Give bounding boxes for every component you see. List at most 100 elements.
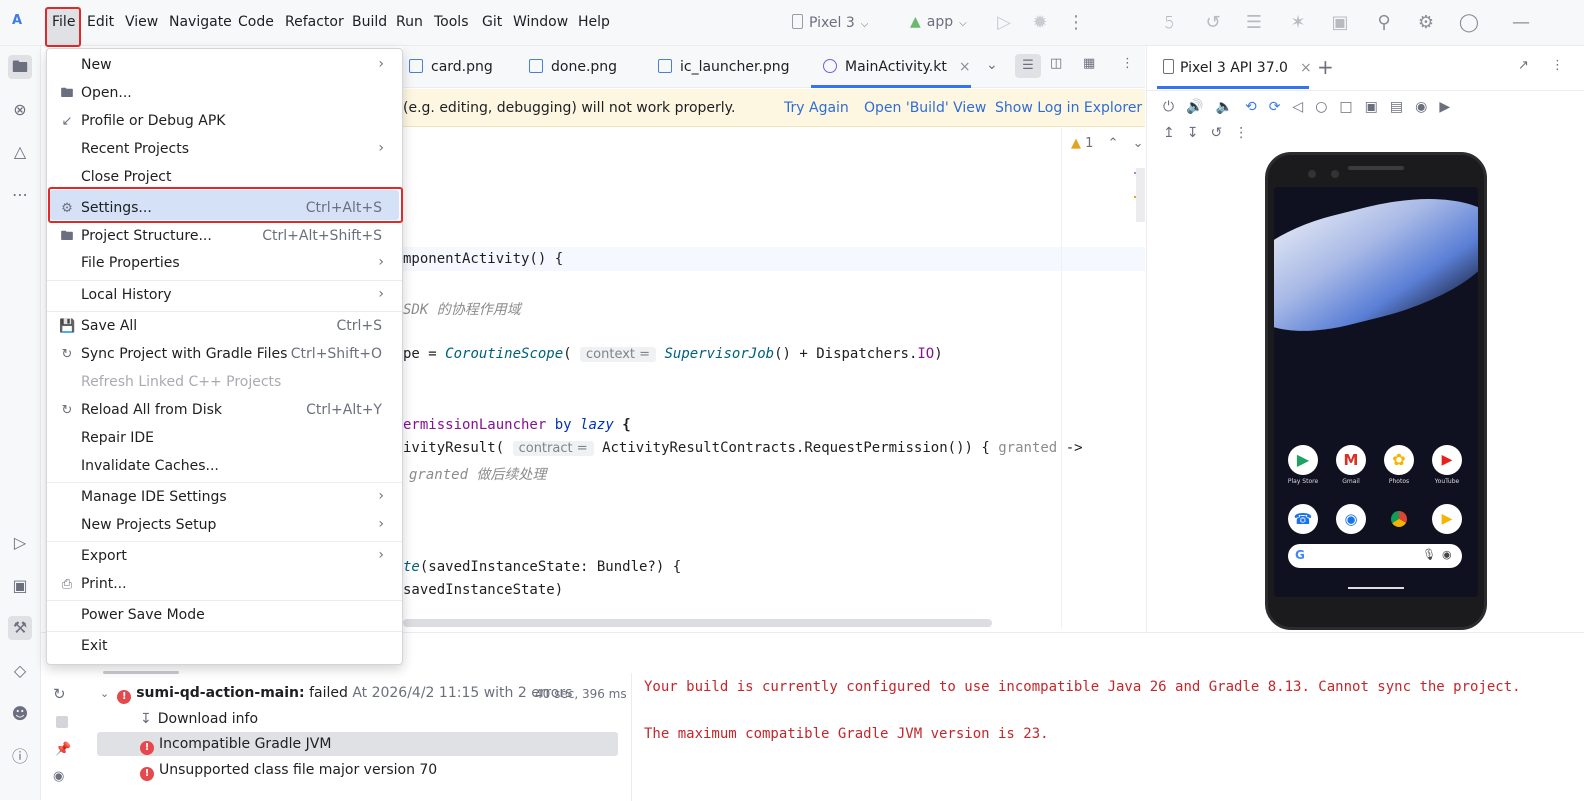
build-tree-root[interactable]: ⌄! sumi-qd-action-main: failed At 2026/4/… (100, 685, 572, 704)
problems-icon[interactable]: ⓘ (8, 745, 32, 769)
rotate-left-icon[interactable]: ⟲ (1245, 99, 1269, 115)
menu-item-recent-projects[interactable]: Recent Projects › (47, 136, 402, 164)
menu-item-export[interactable]: Export › (47, 543, 402, 571)
menu-item-open[interactable]: 🖿 Open... (47, 80, 402, 108)
tab-card-png[interactable]: card.png (409, 59, 493, 75)
gemini-icon[interactable]: ◇ (8, 659, 32, 683)
menu-item-settings[interactable]: ⚙ Settings... Ctrl+Alt+S (47, 195, 402, 223)
run-config-selector[interactable]: ▲ app ⌵ (910, 14, 967, 30)
more-icon[interactable]: ⋮ (1234, 125, 1260, 141)
eye-icon[interactable]: ◉ (53, 769, 64, 784)
design-view-icon[interactable]: ▦ (1083, 56, 1095, 71)
volume-up-icon[interactable]: 🔊 (1186, 99, 1215, 115)
open-build-view-link[interactable]: Open 'Build' View (864, 100, 986, 116)
mic-icon[interactable]: 🎙 (1422, 548, 1436, 561)
debug-icon[interactable]: ✹ (1029, 12, 1051, 34)
device-selector[interactable]: Pixel 3 ⌵ (792, 14, 868, 31)
menu-refactor[interactable]: Refactor (285, 14, 344, 30)
search-icon[interactable]: ⚲ (1373, 12, 1395, 34)
menu-build[interactable]: Build (352, 14, 387, 30)
google-search-bar[interactable]: G 🎙 ◉ (1288, 544, 1462, 568)
try-again-link[interactable]: Try Again (784, 100, 849, 116)
build-tree-item[interactable]: ! Unsupported class file major version 70 (140, 762, 437, 781)
commit-icon[interactable]: ⊗ (8, 98, 32, 122)
open-external-icon[interactable]: ↗ (1518, 58, 1529, 73)
minimize-icon[interactable]: — (1510, 12, 1532, 34)
menu-item-invalidate-caches[interactable]: Invalidate Caches... (47, 453, 402, 481)
close-tab-icon[interactable]: × (959, 59, 971, 75)
profiler-icon[interactable]: ✶ (1287, 12, 1309, 34)
editor-more-icon[interactable]: ⋮ (1121, 56, 1134, 71)
menu-item-exit[interactable]: Exit (47, 633, 402, 661)
app-icon-chrome[interactable] (1384, 504, 1414, 534)
device-explorer-icon[interactable]: ▣ (8, 574, 32, 598)
menu-item-local-history[interactable]: Local History › (47, 282, 402, 310)
logcat-icon[interactable]: ☻ (8, 702, 32, 726)
menu-view[interactable]: View (125, 14, 158, 30)
menu-item-power-save-mode[interactable]: Power Save Mode (47, 602, 402, 630)
upload-icon[interactable]: ↥ (1163, 125, 1187, 141)
menu-item-close-project[interactable]: Close Project (47, 164, 402, 192)
format-icon[interactable]: 𝟻 (1158, 12, 1180, 34)
collapse-chevron-icon[interactable]: ⌄ (100, 687, 109, 700)
rerun-icon[interactable]: ↻ (53, 685, 66, 703)
menu-item-new[interactable]: New › (47, 52, 402, 80)
panel-more-icon[interactable]: ⋮ (1551, 58, 1564, 73)
menu-run[interactable]: Run (396, 14, 423, 30)
horizontal-scrollbar[interactable] (403, 619, 992, 627)
device-manager-icon[interactable]: ▣ (1329, 12, 1351, 34)
menu-item-print[interactable]: ⎙ Print... (47, 571, 402, 599)
screenshot-icon[interactable]: ◉ (1415, 99, 1439, 115)
overview-icon[interactable]: □ (1339, 99, 1364, 115)
menu-code[interactable]: Code (238, 14, 274, 30)
app-icon-phone[interactable]: ☎ (1288, 504, 1318, 534)
menu-item-save-all[interactable]: 💾 Save All Ctrl+S (47, 313, 402, 341)
more-tools-icon[interactable]: ⋯ (8, 183, 32, 207)
code-view-icon[interactable]: ☰ (1015, 54, 1041, 78)
run-tool-icon[interactable]: ▷ (8, 531, 32, 555)
build-tool-icon[interactable]: ⚒ (8, 616, 32, 640)
close-tab-icon[interactable]: × (1300, 60, 1312, 76)
menu-item-reload-disk[interactable]: ↻ Reload All from Disk Ctrl+Alt+Y (47, 397, 402, 425)
rotate-right-icon[interactable]: ⟳ (1269, 99, 1293, 115)
reset-icon[interactable]: ↺ (1210, 125, 1234, 141)
add-device-icon[interactable]: + (1317, 55, 1334, 79)
menu-item-file-properties[interactable]: File Properties › (47, 250, 402, 278)
lens-icon[interactable]: ◉ (1442, 548, 1452, 561)
emulator-tab[interactable]: Pixel 3 API 37.0 × (1163, 59, 1312, 76)
menu-window[interactable]: Window (513, 14, 568, 30)
phone-screen[interactable]: ▶ M ✿ ▶ Play Store Gmail Photos YouTube … (1274, 187, 1478, 597)
pin-icon[interactable]: 📌 (55, 742, 71, 757)
record-icon[interactable]: ▶ (1439, 99, 1462, 115)
menu-file[interactable]: File (52, 14, 75, 30)
power-icon[interactable]: ⏻ (1163, 99, 1186, 115)
menu-navigate[interactable]: Navigate (169, 14, 232, 30)
menu-help[interactable]: Help (578, 14, 610, 30)
fold-icon[interactable]: ▤ (1390, 99, 1415, 115)
code-editor[interactable]: ▲ 1 ⌃ ⌄ mponentActivity() { SDK 的协程作用域 p… (403, 128, 1145, 628)
app-icon-gmail[interactable]: M (1336, 445, 1366, 475)
show-log-link[interactable]: Show Log in Explorer (995, 100, 1142, 116)
more-actions-icon[interactable]: ⋮ (1065, 12, 1087, 34)
apply-changes-icon[interactable]: ↺ (1202, 12, 1224, 34)
project-icon[interactable]: 🖿 (8, 55, 32, 79)
account-icon[interactable]: ◯ (1458, 12, 1480, 34)
menu-edit[interactable]: Edit (87, 14, 114, 30)
tabs-dropdown-icon[interactable]: ⌄ (986, 57, 998, 73)
app-icon-play-store[interactable]: ▶ (1288, 445, 1318, 475)
app-icon-youtube[interactable]: ▶ (1432, 445, 1462, 475)
back-icon[interactable]: ◁ (1292, 99, 1315, 115)
app-icon-photos[interactable]: ✿ (1384, 445, 1414, 475)
scrollbar-track[interactable] (1136, 168, 1145, 222)
home-icon[interactable]: ○ (1315, 99, 1339, 115)
tab-ic-launcher-png[interactable]: ic_launcher.png (658, 59, 790, 75)
previous-highlight-icon[interactable]: ⌃ (1108, 136, 1119, 151)
volume-down-icon[interactable]: 🔈 (1216, 99, 1245, 115)
menu-item-project-structure[interactable]: 🖿 Project Structure... Ctrl+Alt+Shift+S (47, 223, 402, 251)
run-icon[interactable]: ▷ (993, 12, 1015, 34)
build-tree-item[interactable]: ↧ Download info (140, 711, 258, 727)
layout-inspector-icon[interactable]: ☰ (1243, 12, 1265, 34)
menu-item-repair-ide[interactable]: Repair IDE (47, 425, 402, 453)
menu-item-manage-ide-settings[interactable]: Manage IDE Settings › (47, 484, 402, 512)
split-view-icon[interactable]: ◫ (1050, 56, 1062, 71)
